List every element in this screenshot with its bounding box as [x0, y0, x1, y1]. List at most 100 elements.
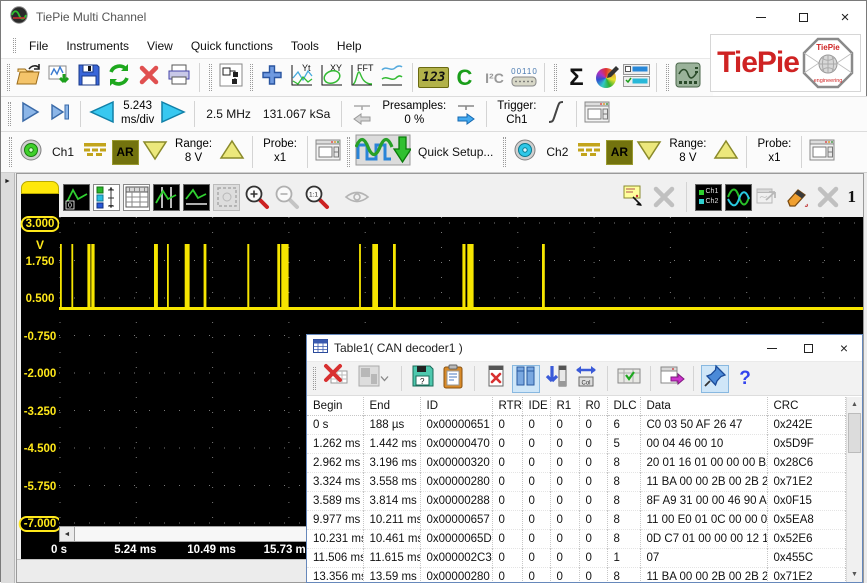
oneshot-button[interactable]: [45, 99, 75, 129]
save-button[interactable]: [74, 63, 104, 93]
scroll-down-button[interactable]: ▼: [847, 567, 862, 582]
channel-levels-button[interactable]: [93, 184, 120, 211]
column-header-dlc[interactable]: DLC: [607, 397, 640, 416]
presamples-decrease-button[interactable]: [347, 99, 377, 129]
import-data-button[interactable]: [44, 63, 74, 93]
column-header-rtr[interactable]: RTR: [492, 397, 522, 416]
table-row[interactable]: 13.356 ms13.59 ms0x000002800000811 BA 00…: [307, 568, 846, 583]
ch2-coupling-button[interactable]: [574, 137, 604, 167]
legend-button[interactable]: Ch1 Ch2: [695, 184, 722, 211]
ch2-range-up-button[interactable]: [711, 137, 741, 167]
menu-instruments[interactable]: Instruments: [57, 36, 138, 56]
ch1-coupling-button[interactable]: [80, 137, 110, 167]
column-header-r1[interactable]: R1: [550, 397, 579, 416]
add-source-button[interactable]: [257, 63, 287, 93]
menu-file[interactable]: File: [20, 36, 57, 56]
print-button[interactable]: [164, 63, 194, 93]
ch1-autorange-button[interactable]: AR: [110, 137, 140, 167]
waveform-colors-button[interactable]: [725, 184, 752, 211]
pin-window-button[interactable]: [701, 365, 729, 393]
sum-button[interactable]: Σ: [561, 63, 591, 93]
column-header-end[interactable]: End: [363, 397, 420, 416]
table-row[interactable]: 0 s188 µs0x0000065100006C0 03 50 AF 26 4…: [307, 416, 846, 435]
i2c-decoder-button[interactable]: I²C: [479, 63, 509, 93]
save-table-button[interactable]: ?: [409, 365, 437, 393]
table-row[interactable]: 11.506 ms11.615 ms0x000002C300001070x455…: [307, 549, 846, 568]
start-button[interactable]: [15, 99, 45, 129]
quick-setup-label[interactable]: Quick Setup...: [412, 145, 499, 159]
select-columns-button[interactable]: [512, 365, 540, 393]
menu-view[interactable]: View: [138, 36, 182, 56]
table-view-button[interactable]: [123, 184, 150, 211]
menu-tools[interactable]: Tools: [282, 36, 328, 56]
delete-table-button[interactable]: [322, 365, 350, 393]
column-header-begin[interactable]: Begin: [307, 397, 363, 416]
column-header-ide[interactable]: IDE: [522, 397, 550, 416]
refresh-button[interactable]: [104, 63, 134, 93]
collapsed-panel-strip[interactable]: ►: [1, 173, 15, 583]
zoom-in-button[interactable]: [243, 184, 270, 211]
column-header-data[interactable]: Data: [640, 397, 767, 416]
scroll-left-button[interactable]: ◄: [59, 526, 75, 542]
fft-graph-button[interactable]: FFT: [347, 63, 377, 93]
copy-table-button[interactable]: [439, 365, 467, 393]
ch2-range-down-button[interactable]: [634, 137, 664, 167]
open-button[interactable]: [14, 63, 44, 93]
vertical-cursors-button[interactable]: [153, 184, 180, 211]
table-row[interactable]: 1.262 ms1.442 ms0x000004700000500 04 46 …: [307, 435, 846, 454]
table-maximize-button[interactable]: [790, 335, 826, 361]
layout-select-button[interactable]: [352, 365, 394, 393]
ch2-enable-button[interactable]: [510, 137, 540, 167]
meter-graph-button[interactable]: [377, 63, 407, 93]
trigger-edge-button[interactable]: [541, 99, 571, 129]
scroll-up-button[interactable]: ▲: [847, 397, 862, 412]
table-minimize-button[interactable]: [754, 335, 790, 361]
menu-quick-functions[interactable]: Quick functions: [182, 36, 282, 56]
object-tree-button[interactable]: [216, 63, 246, 93]
ch1-range-down-button[interactable]: [140, 137, 170, 167]
export-table-button[interactable]: [658, 365, 686, 393]
help-button[interactable]: ?: [731, 365, 759, 393]
column-header-crc[interactable]: CRC: [767, 397, 846, 416]
can-decoder-button[interactable]: C: [449, 63, 479, 93]
vertical-scrollbar[interactable]: ▲ ▼: [846, 397, 862, 582]
ch1-settings-button[interactable]: [313, 137, 343, 167]
serial-decoder-button[interactable]: 00110: [509, 63, 539, 93]
eraser-button[interactable]: [785, 184, 812, 211]
value-display-button[interactable]: 123: [418, 63, 449, 93]
table-row[interactable]: 2.962 ms3.196 ms0x000003200000820 01 16 …: [307, 454, 846, 473]
presamples-increase-button[interactable]: [451, 99, 481, 129]
ch1-range-up-button[interactable]: [217, 137, 247, 167]
remove-column-button[interactable]: [482, 365, 510, 393]
table-close-button[interactable]: ×: [826, 335, 862, 361]
zero-line-button[interactable]: 0: [63, 184, 90, 211]
add-comment-button[interactable]: [621, 184, 648, 211]
column-header-r0[interactable]: R0: [579, 397, 607, 416]
close-button[interactable]: ×: [824, 1, 866, 33]
timebase-faster-button[interactable]: [159, 99, 189, 129]
ch2-autorange-button[interactable]: AR: [604, 137, 634, 167]
sort-button[interactable]: [542, 365, 570, 393]
table-row[interactable]: 3.589 ms3.814 ms0x00000288000088F A9 31 …: [307, 492, 846, 511]
minimize-button[interactable]: [740, 1, 782, 33]
channel-axis-tab[interactable]: [21, 181, 59, 194]
trigger-settings-button[interactable]: [582, 99, 612, 129]
channel-list-button[interactable]: [621, 63, 651, 93]
timebase-slower-button[interactable]: [86, 99, 116, 129]
delete-button[interactable]: [134, 63, 164, 93]
ch1-enable-button[interactable]: [16, 137, 46, 167]
colors-button[interactable]: [591, 63, 621, 93]
table-row[interactable]: 10.231 ms10.461 ms0x0000065D000080D C7 0…: [307, 530, 846, 549]
scrollbar-thumb[interactable]: [848, 413, 861, 453]
table-row[interactable]: 9.977 ms10.211 ms0x000006570000811 00 E0…: [307, 511, 846, 530]
y-axis[interactable]: V 3.0001.7500.500-0.750-2.000-3.250-4.50…: [21, 194, 59, 542]
maximize-button[interactable]: [782, 1, 824, 33]
table-title-bar[interactable]: Table1( CAN decoder1 ) ×: [307, 335, 862, 361]
yt-graph-button[interactable]: Yt: [287, 63, 317, 93]
table-row[interactable]: 3.324 ms3.558 ms0x000002800000811 BA 00 …: [307, 473, 846, 492]
xy-graph-button[interactable]: XY: [317, 63, 347, 93]
menu-help[interactable]: Help: [328, 36, 371, 56]
column-header-id[interactable]: ID: [420, 397, 492, 416]
instrument-button[interactable]: [673, 63, 703, 93]
autosize-button[interactable]: [615, 365, 643, 393]
